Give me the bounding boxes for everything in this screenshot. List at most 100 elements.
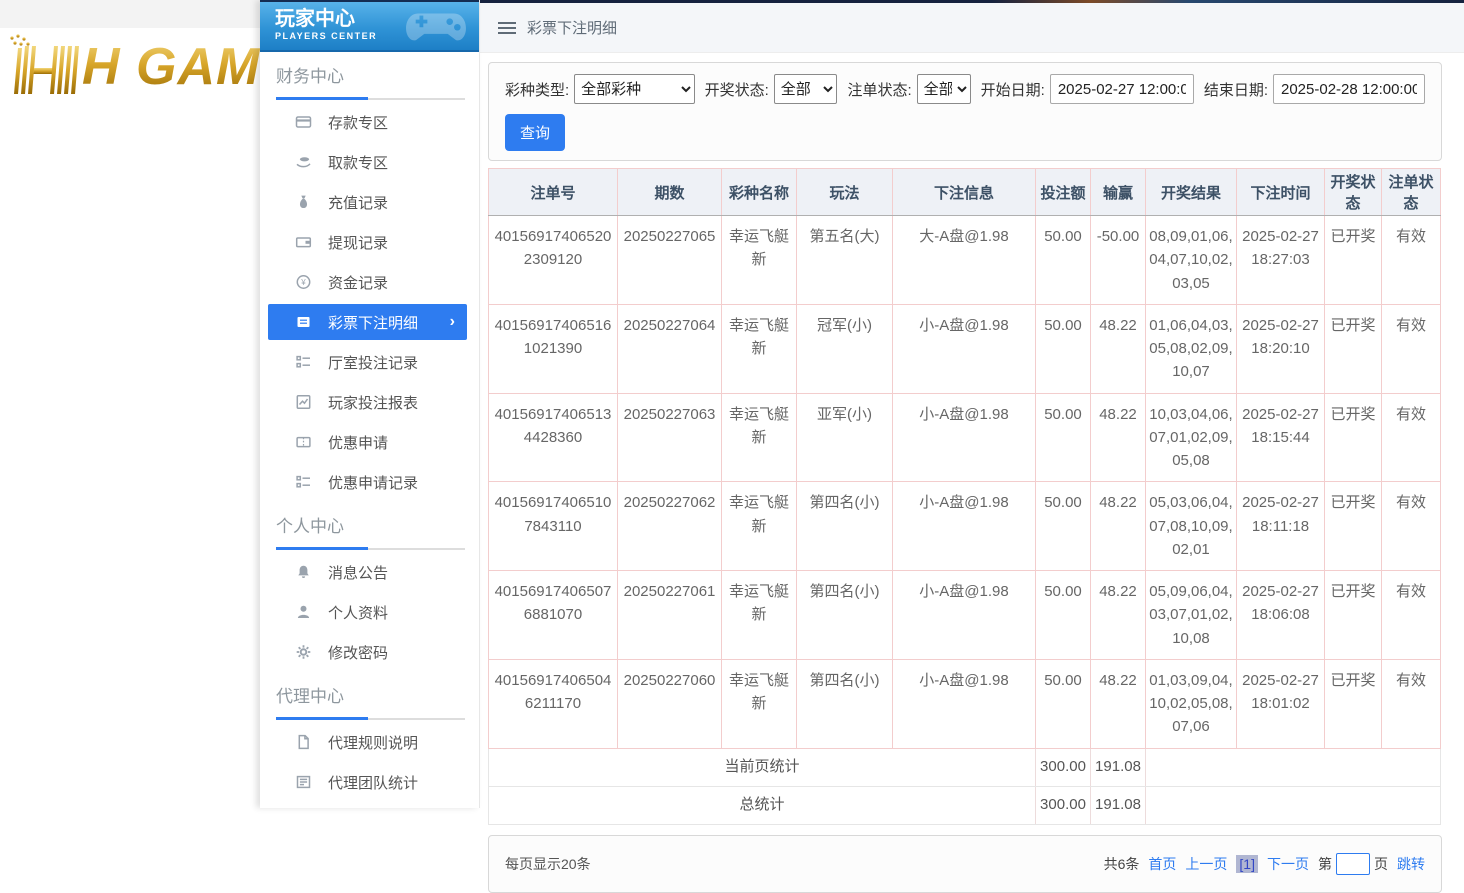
sidebar-item-label: 个人资料 [328,602,388,623]
column-header: 下注时间 [1237,169,1325,216]
lottery-list-icon [294,314,312,330]
sidebar-item-person[interactable]: 个人资料 [260,592,479,632]
table-row: 40156917406504621117020250227060幸运飞艇新第四名… [489,659,1441,748]
sidebar-item-bell[interactable]: 消息公告 [260,552,479,592]
chevron-right-icon: › [450,313,455,331]
sidebar-item-bank-card[interactable]: 存款专区 [260,102,479,142]
table-cell: 小-A盘@1.98 [893,304,1036,393]
withdraw-hand-icon [294,154,312,170]
sidebar-item-coupon-records[interactable]: 优惠申请记录 [260,462,479,502]
room-records-icon [294,354,312,370]
search-button[interactable]: 查询 [505,114,565,151]
table-cell: 20250227061 [618,571,722,660]
hamburger-menu-icon[interactable] [498,22,516,34]
summary-cell: 191.08 [1091,786,1146,824]
brand-logo: H GAME [0,28,260,106]
sidebar-item-document[interactable]: 代理规则说明 [260,722,479,762]
sidebar-item-label: 充值记录 [328,192,388,213]
sidebar-item-moneybag[interactable]: 充值记录 [260,182,479,222]
sidebar-item-wallet[interactable]: 提现记录 [260,222,479,262]
gear-icon [294,644,312,660]
table-cell: 2025-02-27 18:06:08 [1237,571,1325,660]
pagination-bar: 每页显示20条 共6条 首页 上一页 [1] 下一页 第 页 跳转 [488,835,1442,893]
table-cell: 01,06,04,03,05,08,02,09,10,07 [1146,304,1237,393]
document-icon [294,734,312,750]
bet-status-select[interactable]: 全部 [917,74,971,104]
column-header: 玩法 [797,169,893,216]
table-cell: 已开奖 [1325,393,1382,482]
table-cell: 50.00 [1036,482,1091,571]
prev-page-link[interactable]: 上一页 [1185,854,1227,874]
draw-status-label: 开奖状态: [705,79,769,100]
filter-panel: 彩种类型: 全部彩种 开奖状态: 全部 注单状态: 全部 开始日期: 结束日期:… [488,62,1442,161]
summary-cell: 总统计 [489,786,1036,824]
table-cell: 大-A盘@1.98 [893,216,1036,305]
table-cell: 已开奖 [1325,482,1382,571]
sidebar-section: 财务中心存款专区取款专区充值记录提现记录 ¥资金记录彩票下注明细›厅室投注记录玩家… [260,52,479,502]
table-cell: 幸运飞艇新 [722,304,797,393]
start-date-input[interactable] [1050,74,1194,104]
sidebar-item-gear[interactable]: 修改密码 [260,632,479,672]
table-cell: 48.22 [1091,393,1146,482]
column-header: 彩种名称 [722,169,797,216]
sidebar-item-coin[interactable]: ¥资金记录 [260,262,479,302]
coin-icon: ¥ [294,274,312,290]
table-cell: 401569174065134428360 [489,393,618,482]
person-icon [294,604,312,620]
table-cell: 48.22 [1091,659,1146,748]
table-cell: 第四名(小) [797,659,893,748]
sidebar-item-coupon[interactable]: 优惠申请 [260,422,479,462]
sidebar-item-team-stats[interactable]: 代理团队统计 [260,762,479,802]
main-area: 彩票下注明细 彩种类型: 全部彩种 开奖状态: 全部 注单状态: 全部 开始日期… [480,0,1464,808]
table-row: 40156917406507688107020250227061幸运飞艇新第四名… [489,571,1441,660]
table-cell: 401569174065076881070 [489,571,618,660]
summary-cell [1146,748,1441,786]
lottery-type-select[interactable]: 全部彩种 [574,74,694,104]
report-chart-icon [294,394,312,410]
jump-link[interactable]: 跳转 [1397,854,1425,874]
table-cell: 2025-02-27 18:15:44 [1237,393,1325,482]
sidebar-item-withdraw-hand[interactable]: 取款专区 [260,142,479,182]
table-cell: 第四名(小) [797,571,893,660]
table-cell: 已开奖 [1325,571,1382,660]
sidebar-item-label: 提现记录 [328,232,388,253]
table-cell: 48.22 [1091,304,1146,393]
bet-table: 注单号期数彩种名称玩法下注信息投注额输赢开奖结果下注时间开奖状态注单状态 401… [488,168,1441,825]
table-cell: 小-A盘@1.98 [893,393,1036,482]
lottery-type-label: 彩种类型: [505,79,569,100]
page-jump-input[interactable] [1336,853,1370,875]
table-cell: 05,03,06,04,07,08,10,09,02,01 [1146,482,1237,571]
table-cell: 小-A盘@1.98 [893,571,1036,660]
table-cell: 幸运飞艇新 [722,393,797,482]
table-cell: 已开奖 [1325,216,1382,305]
table-cell: 第五名(大) [797,216,893,305]
sidebar-item-lottery-list[interactable]: 彩票下注明细› [268,304,467,340]
table-cell: 2025-02-27 18:27:03 [1237,216,1325,305]
column-header: 投注额 [1036,169,1091,216]
wallet-icon [294,234,312,250]
sidebar-item-label: 代理团队统计 [328,772,418,793]
coupon-records-icon [294,474,312,490]
table-cell: 有效 [1382,571,1441,660]
sidebar-item-label: 存款专区 [328,112,388,133]
draw-status-select[interactable]: 全部 [774,74,838,104]
next-page-link[interactable]: 下一页 [1267,854,1309,874]
sidebar-item-label: 优惠申请记录 [328,472,418,493]
sidebar-item-room-records[interactable]: 厅室投注记录 [260,342,479,382]
first-page-link[interactable]: 首页 [1148,854,1176,874]
page-title: 彩票下注明细 [527,17,617,38]
gamepad-icon [403,8,469,51]
end-date-input[interactable] [1273,74,1425,104]
column-header: 注单状态 [1382,169,1441,216]
column-header: 期数 [618,169,722,216]
table-cell: 50.00 [1036,216,1091,305]
section-underline [276,98,465,100]
coupon-icon [294,434,312,450]
column-header: 开奖结果 [1146,169,1237,216]
sidebar-section-header: 财务中心 [260,52,479,100]
brand-logo-text: H GAME [82,37,260,97]
brand-pane: H GAME [0,0,260,808]
sidebar-item-report-chart[interactable]: 玩家投注报表 [260,382,479,422]
table-cell: 有效 [1382,482,1441,571]
table-cell: 亚军(小) [797,393,893,482]
